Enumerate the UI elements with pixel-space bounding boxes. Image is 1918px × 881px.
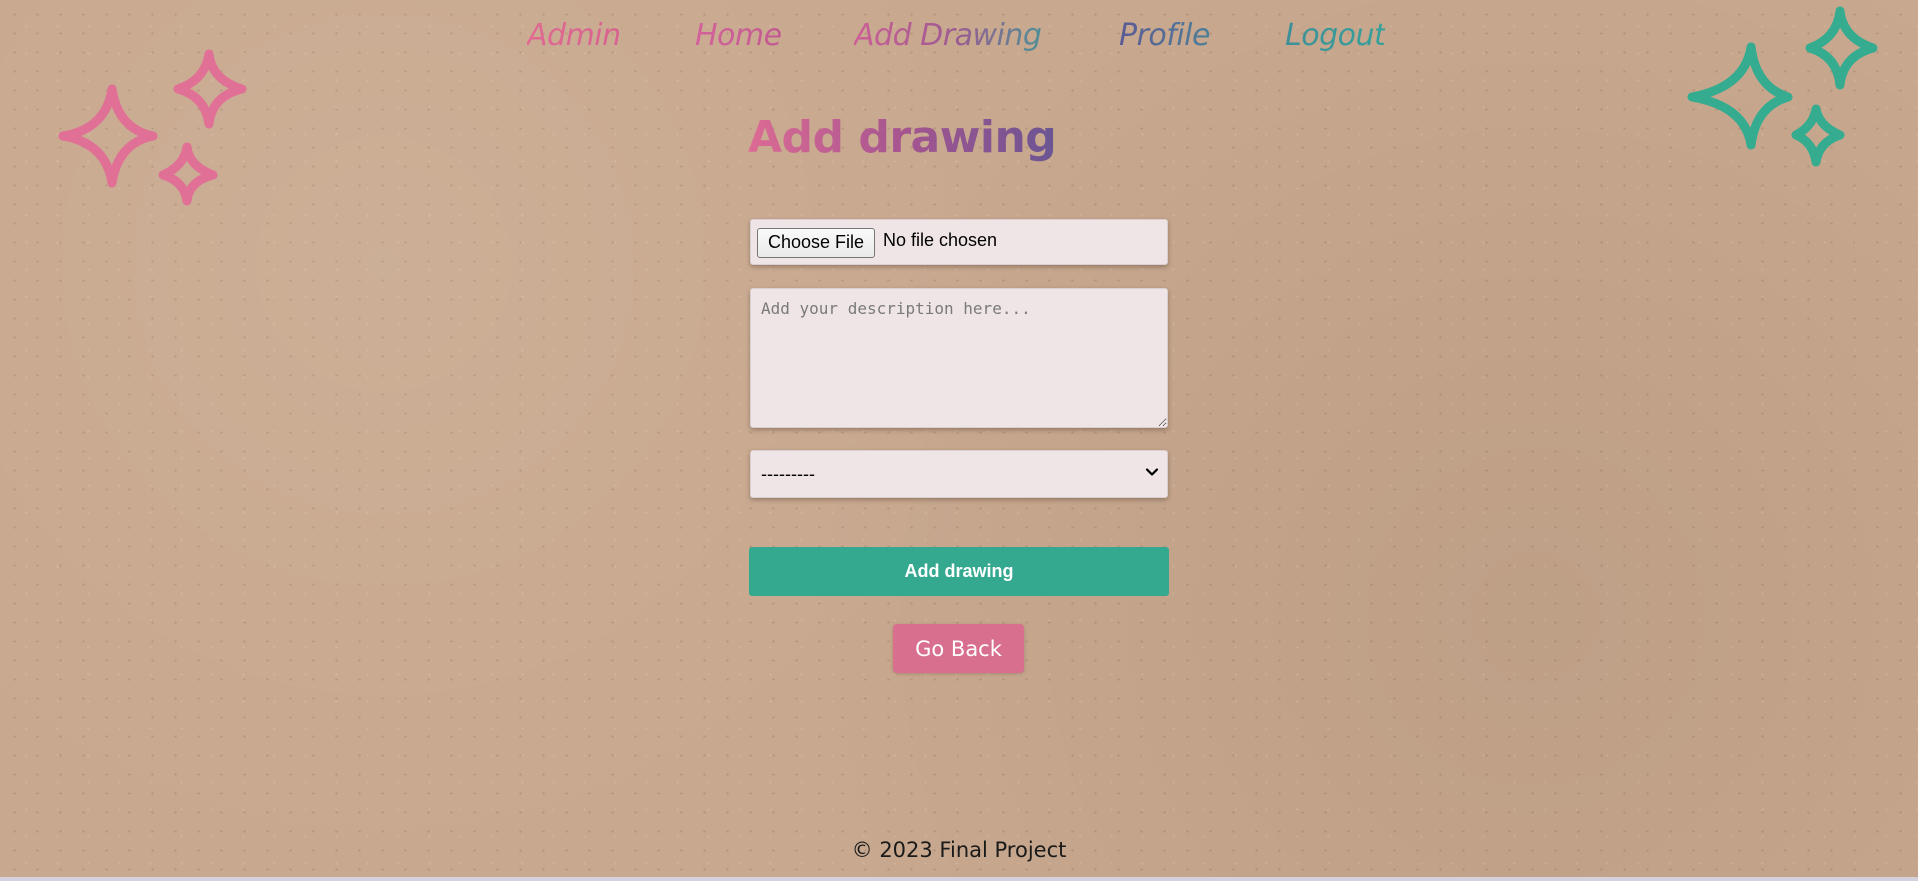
- sparkle-top-icon: [1805, 6, 1878, 90]
- sparkle-small-icon: [1791, 104, 1845, 167]
- nav-link-admin[interactable]: Admin: [527, 18, 621, 53]
- go-back-button[interactable]: Go Back: [893, 624, 1024, 673]
- footer-copyright: © 2023 Final Project: [851, 838, 1067, 862]
- sparkle-small-icon: [158, 142, 218, 206]
- sparkle-large-icon: [1687, 42, 1793, 150]
- description-input[interactable]: [750, 288, 1168, 428]
- sparkle-large-icon: [58, 84, 158, 188]
- page-title: Add drawing: [748, 112, 1057, 163]
- bottom-border: [0, 877, 1918, 881]
- nav-link-home[interactable]: Home: [695, 18, 782, 53]
- file-upload-field[interactable]: Choose File No file chosen: [750, 219, 1168, 265]
- sparkles-right-icon: [1687, 6, 1878, 167]
- nav-link-profile[interactable]: Profile: [1119, 18, 1210, 53]
- category-select[interactable]: ---------: [750, 450, 1168, 498]
- add-drawing-button[interactable]: Add drawing: [749, 547, 1169, 596]
- main-nav: Admin Home Add Drawing Profile Logout: [0, 18, 1918, 62]
- nav-link-logout[interactable]: Logout: [1285, 18, 1386, 53]
- file-status-text: No file chosen: [883, 230, 998, 250]
- sparkles-left-icon: [58, 49, 247, 206]
- choose-file-button[interactable]: Choose File: [757, 228, 876, 258]
- sparkle-top-icon: [173, 49, 247, 129]
- nav-link-add-drawing[interactable]: Add Drawing: [854, 18, 1042, 53]
